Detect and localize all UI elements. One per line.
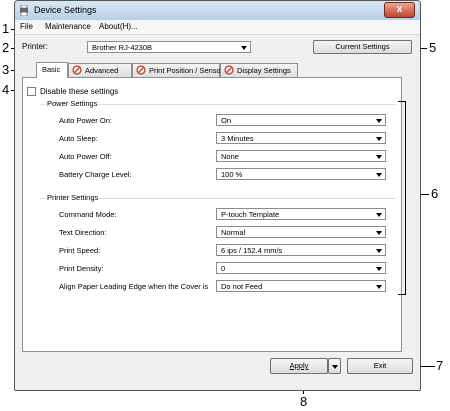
chevron-down-icon	[376, 173, 382, 177]
chevron-down-icon	[376, 155, 382, 159]
battery-charge-level-select[interactable]: 100 %	[216, 168, 386, 180]
print-density-select[interactable]: 0	[216, 262, 386, 274]
align-paper-value: Do not Feed	[221, 282, 263, 291]
auto-power-on-select[interactable]: On	[216, 114, 386, 126]
print-speed-select[interactable]: 6 ips / 152.4 mm/s	[216, 244, 386, 256]
auto-sleep-value: 3 Minutes	[221, 134, 254, 143]
auto-power-on-label: Auto Power On:	[59, 116, 112, 125]
auto-power-off-label: Auto Power Off:	[59, 152, 112, 161]
print-density-value: 0	[221, 264, 226, 273]
callout-3: 3	[2, 62, 10, 77]
command-mode-label: Command Mode:	[59, 210, 117, 219]
apply-label: Apply	[289, 361, 309, 370]
chevron-down-icon	[376, 267, 382, 271]
exit-button[interactable]: Exit	[347, 358, 413, 374]
menu-about[interactable]: About(H)...	[99, 22, 138, 31]
tab-advanced-label: Advanced	[85, 66, 119, 75]
align-paper-select[interactable]: Do not Feed	[216, 280, 386, 292]
printer-label: Printer:	[22, 42, 48, 51]
chevron-down-icon	[376, 231, 382, 235]
tab-print-position-label: Print Position / Sensor	[149, 66, 224, 75]
settings-tool-icon	[72, 65, 82, 75]
chevron-down-icon	[376, 137, 382, 141]
chevron-down-icon	[241, 46, 247, 50]
window-title: Device Settings	[34, 5, 97, 15]
chevron-down-icon	[332, 365, 338, 369]
auto-power-off-value: None	[221, 152, 239, 161]
text-direction-label: Text Direction:	[59, 228, 107, 237]
callout-4: 4	[2, 82, 10, 97]
auto-sleep-select[interactable]: 3 Minutes	[216, 132, 386, 144]
chevron-down-icon	[376, 213, 382, 217]
tab-basic[interactable]: Basic	[36, 62, 68, 78]
print-speed-label: Print Speed:	[59, 246, 101, 255]
auto-power-on-value: On	[221, 116, 232, 125]
menu-bar: File Maintenance About(H)...	[15, 20, 420, 35]
print-density-label: Print Density:	[59, 264, 104, 273]
disable-settings-checkbox[interactable]	[27, 87, 36, 96]
auto-power-off-select[interactable]: None	[216, 150, 386, 162]
callout-6: 6	[431, 186, 439, 201]
disable-settings-label: Disable these settings	[40, 87, 119, 96]
menu-maintenance[interactable]: Maintenance	[45, 22, 91, 31]
exit-label: Exit	[373, 361, 387, 370]
print-speed-value: 6 ips / 152.4 mm/s	[221, 246, 283, 255]
settings-tool-icon	[224, 65, 234, 75]
settings-bracket	[398, 101, 406, 295]
command-mode-value: P-touch Template	[221, 210, 280, 219]
settings-tool-icon	[136, 65, 146, 75]
text-direction-select[interactable]: Normal	[216, 226, 386, 238]
tab-display-settings[interactable]: Display Settings	[220, 63, 298, 77]
apply-dropdown-button[interactable]	[328, 358, 341, 374]
callout-8: 8	[300, 394, 308, 409]
battery-charge-level-label: Battery Charge Level:	[59, 170, 132, 179]
chevron-down-icon	[376, 119, 382, 123]
callout-2: 2	[2, 40, 10, 55]
apply-button[interactable]: Apply	[270, 358, 328, 374]
power-settings-title: Power Settings	[46, 99, 99, 108]
menu-file[interactable]: File	[20, 22, 33, 31]
callout-7: 7	[436, 358, 444, 373]
current-settings-button[interactable]: Current Settings	[313, 40, 412, 54]
title-bar[interactable]: Device Settings x	[15, 1, 420, 20]
callout-5: 5	[429, 40, 437, 55]
chevron-down-icon	[376, 285, 382, 289]
printer-app-icon	[20, 5, 28, 16]
text-direction-value: Normal	[221, 228, 246, 237]
printer-select[interactable]: Brother RJ-4230B	[87, 41, 251, 53]
auto-sleep-label: Auto Sleep:	[59, 134, 98, 143]
current-settings-label: Current Settings	[335, 42, 390, 51]
battery-charge-level-value: 100 %	[221, 170, 243, 179]
command-mode-select[interactable]: P-touch Template	[216, 208, 386, 220]
callout-1: 1	[2, 21, 10, 36]
printer-settings-title: Printer Settings	[46, 193, 100, 202]
tab-basic-label: Basic	[42, 65, 61, 74]
printer-select-value: Brother RJ-4230B	[92, 43, 153, 52]
chevron-down-icon	[376, 249, 382, 253]
tab-print-position[interactable]: Print Position / Sensor	[132, 63, 224, 77]
tab-display-settings-label: Display Settings	[237, 66, 291, 75]
close-button[interactable]: x	[384, 2, 415, 18]
align-paper-label: Align Paper Leading Edge when the Cover …	[59, 282, 209, 291]
tab-advanced[interactable]: Advanced	[68, 63, 132, 77]
